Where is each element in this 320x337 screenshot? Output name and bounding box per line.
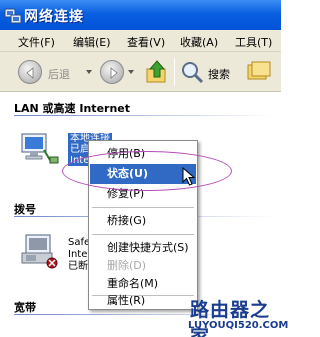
menu-separator: [92, 207, 194, 208]
menu-view[interactable]: 查看(V): [127, 34, 165, 50]
local-area-connection-icon[interactable]: [20, 130, 60, 168]
folders-icon: [247, 61, 271, 80]
toolbar-separator: [174, 58, 175, 86]
search-icon: [182, 62, 204, 84]
mouse-pointer-icon: [182, 167, 196, 186]
forward-dropdown-icon[interactable]: [128, 70, 134, 74]
watermark-url: LUYOUQI520.COM: [188, 320, 289, 331]
back-button[interactable]: 后退: [18, 59, 98, 85]
dialup-connection-name[interactable]: Safe: [68, 237, 90, 248]
back-arrow-icon: [18, 60, 42, 84]
dialup-connection-status: 已断: [68, 261, 88, 272]
dialup-connection-device: Inte: [68, 249, 88, 260]
group-header-dialup: 拨号: [14, 203, 36, 216]
menu-item-disable[interactable]: 停用(B): [90, 144, 196, 164]
up-folder-icon: [146, 60, 166, 83]
menu-item-properties[interactable]: 属性(R): [90, 291, 196, 311]
menu-item-delete: 删除(D): [107, 259, 147, 272]
menu-item-status[interactable]: 状态(U): [90, 164, 196, 184]
menu-favorites[interactable]: 收藏(A): [180, 34, 218, 50]
forward-button[interactable]: [100, 59, 136, 85]
menu-tools[interactable]: 工具(T): [235, 34, 272, 50]
menu-item-bridge[interactable]: 桥接(G): [90, 211, 196, 231]
back-dropdown-icon[interactable]: [86, 70, 92, 74]
search-button[interactable]: 搜索: [180, 59, 236, 85]
up-folder-button[interactable]: [144, 59, 170, 85]
folders-button[interactable]: [246, 59, 276, 85]
menu-item-repair[interactable]: 修复(P): [90, 184, 196, 204]
context-menu: 停用(B) 状态(U) 修复(P) 桥接(G) 创建快捷方式(S) 删除(D) …: [88, 140, 198, 310]
group-header-lan: LAN 或高速 Internet: [14, 102, 131, 115]
toolbar: 后退 搜索: [0, 52, 281, 92]
window-title: 网络连接: [24, 9, 84, 25]
forward-arrow-icon: [100, 60, 124, 84]
dialup-connection-icon[interactable]: [20, 233, 60, 271]
menu-item-create-shortcut[interactable]: 创建快捷方式(S): [90, 238, 196, 258]
menu-edit[interactable]: 编辑(E): [73, 34, 111, 50]
menu-file[interactable]: 文件(F): [18, 34, 55, 50]
network-connections-icon: [4, 8, 22, 24]
group-header-broadband: 宽带: [14, 301, 36, 314]
search-label: 搜索: [208, 68, 230, 81]
back-label: 后退: [48, 68, 70, 81]
group-divider: [14, 115, 274, 116]
menu-bar: 文件(F) 编辑(E) 查看(V) 收藏(A) 工具(T): [0, 30, 281, 52]
title-bar: 网络连接: [0, 0, 281, 30]
menu-separator: [92, 234, 194, 235]
